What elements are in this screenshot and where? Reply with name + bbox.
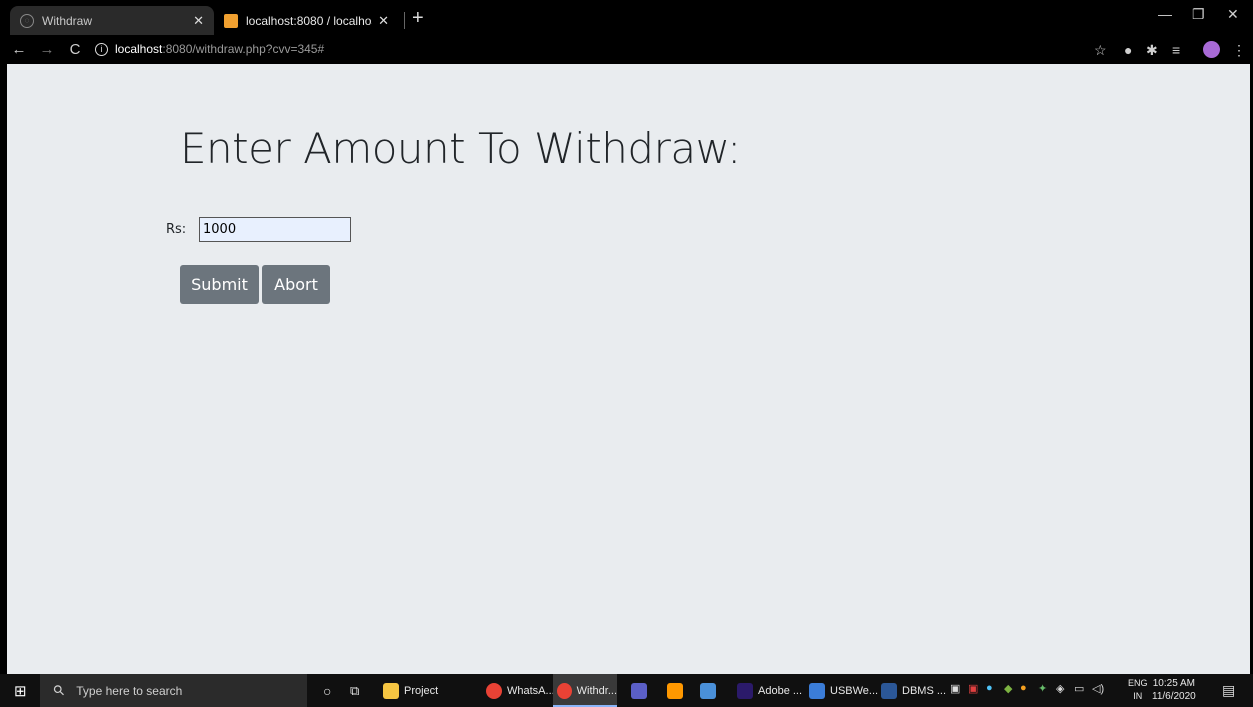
taskbar-app-label: WhatsA... — [507, 684, 555, 697]
forward-icon[interactable]: → — [38, 41, 56, 58]
reload-icon[interactable]: C — [66, 41, 84, 58]
taskbar-app-label: DBMS ... — [902, 684, 947, 697]
chrome-icon — [557, 682, 572, 699]
search-placeholder: Type here to search — [76, 683, 183, 698]
tray-icon[interactable]: ◈ — [1056, 682, 1064, 695]
tab-title: Withdraw — [42, 13, 93, 28]
tab-withdraw[interactable]: ◌ Withdraw ✕ — [10, 6, 214, 35]
restore-icon[interactable]: ❐ — [1192, 6, 1205, 23]
page-title: Enter Amount To Withdraw: — [180, 124, 741, 173]
windows-taskbar: ⊞ ⚲ Type here to search ○ ⧉ Project What… — [0, 674, 1253, 707]
amount-label: Rs: — [166, 222, 187, 237]
page-content: Enter Amount To Withdraw: Rs: Submit Abo… — [7, 64, 1250, 674]
word-icon — [881, 682, 897, 699]
teams-icon — [631, 682, 647, 699]
region-code: IN — [1133, 691, 1143, 701]
taskbar-app-adobe[interactable]: Adobe ... — [737, 674, 802, 707]
taskbar-app-whatsapp[interactable]: WhatsA... — [486, 674, 555, 707]
browser-toolbar: ← → C i localhost :8080/withdraw.php?cvv… — [0, 35, 1253, 64]
windows-start-icon[interactable]: ⊞ — [14, 674, 27, 707]
taskbar-editor-icon[interactable] — [700, 674, 721, 707]
tab-phpmyadmin[interactable]: localhost:8080 / localhost / atm ✕ — [214, 6, 399, 35]
network-icon[interactable]: ▭ — [1074, 682, 1084, 695]
url-host: localhost — [115, 42, 163, 56]
new-tab-button[interactable]: + — [412, 7, 424, 30]
usbwebserver-icon — [809, 682, 825, 699]
language-indicator[interactable]: ENG IN — [1128, 677, 1148, 703]
bookmark-star-icon[interactable]: ☆ — [1094, 42, 1107, 59]
amount-input[interactable] — [199, 217, 351, 242]
chrome-icon — [486, 682, 502, 699]
tray-icon[interactable]: ▣ — [950, 682, 960, 695]
info-icon[interactable]: i — [95, 42, 108, 56]
tray-icon[interactable]: ▣ — [968, 682, 978, 695]
reading-list-icon[interactable]: ≡ — [1172, 42, 1180, 58]
taskbar-app-label: Project — [404, 684, 439, 697]
file-editor-icon — [700, 682, 716, 699]
tray-icon[interactable]: ● — [1020, 682, 1027, 694]
tab-separator — [404, 12, 405, 29]
tray-icon[interactable]: ● — [986, 682, 993, 694]
profile-avatar[interactable] — [1203, 41, 1220, 58]
taskbar-search[interactable]: ⚲ Type here to search — [40, 674, 307, 707]
browser-tab-bar: ◌ Withdraw ✕ localhost:8080 / localhost … — [0, 0, 1253, 35]
tray-icon[interactable]: ✦ — [1038, 682, 1047, 695]
taskbar-app-label: Adobe ... — [758, 684, 803, 697]
taskbar-app-project[interactable]: Project — [383, 674, 438, 707]
window-close-icon[interactable]: ✕ — [1227, 6, 1239, 23]
back-icon[interactable]: ← — [10, 41, 28, 58]
address-bar[interactable]: i localhost :8080/withdraw.php?cvv=345# — [95, 38, 1085, 60]
folder-icon — [383, 682, 399, 699]
after-effects-icon — [737, 682, 753, 699]
tray-icon[interactable]: ◆ — [1004, 682, 1012, 695]
task-view-icon[interactable]: ⧉ — [350, 674, 359, 707]
clock-time: 10:25 AM — [1152, 678, 1195, 689]
minimize-icon[interactable]: — — [1158, 6, 1172, 22]
close-icon[interactable]: ✕ — [193, 13, 204, 29]
menu-icon[interactable]: ⋮ — [1232, 42, 1246, 59]
language-code: ENG — [1128, 678, 1148, 688]
notification-icon[interactable]: ▤ — [1222, 682, 1235, 699]
volume-icon[interactable]: ◁) — [1092, 682, 1104, 695]
extensions-puzzle-icon[interactable]: ✱ — [1146, 42, 1158, 59]
close-icon[interactable]: ✕ — [378, 13, 389, 29]
taskbar-teams-icon[interactable] — [631, 674, 652, 707]
tab-title: localhost:8080 / localhost / atm — [246, 13, 372, 28]
taskbar-app-label: Withdr... — [576, 684, 617, 697]
globe-icon: ◌ — [20, 13, 34, 28]
extension-icon[interactable]: ● — [1124, 42, 1132, 58]
taskbar-app-label: USBWe... — [830, 684, 879, 697]
taskbar-app-dbms[interactable]: DBMS ... — [881, 674, 946, 707]
submit-button[interactable]: Submit — [180, 265, 259, 304]
cortana-icon[interactable]: ○ — [323, 674, 331, 707]
search-icon: ⚲ — [49, 680, 69, 700]
abort-button[interactable]: Abort — [262, 265, 330, 304]
taskbar-sublime-icon[interactable] — [667, 674, 688, 707]
url-path: :8080/withdraw.php?cvv=345# — [162, 42, 325, 56]
phpmyadmin-icon — [224, 13, 238, 28]
taskbar-clock[interactable]: 10:25 AM 11/6/2020 — [1152, 677, 1196, 703]
clock-date: 11/6/2020 — [1152, 691, 1196, 702]
taskbar-app-withdraw[interactable]: Withdr... — [553, 674, 617, 707]
sublime-icon — [667, 682, 683, 699]
taskbar-app-usbwebserver[interactable]: USBWe... — [809, 674, 878, 707]
